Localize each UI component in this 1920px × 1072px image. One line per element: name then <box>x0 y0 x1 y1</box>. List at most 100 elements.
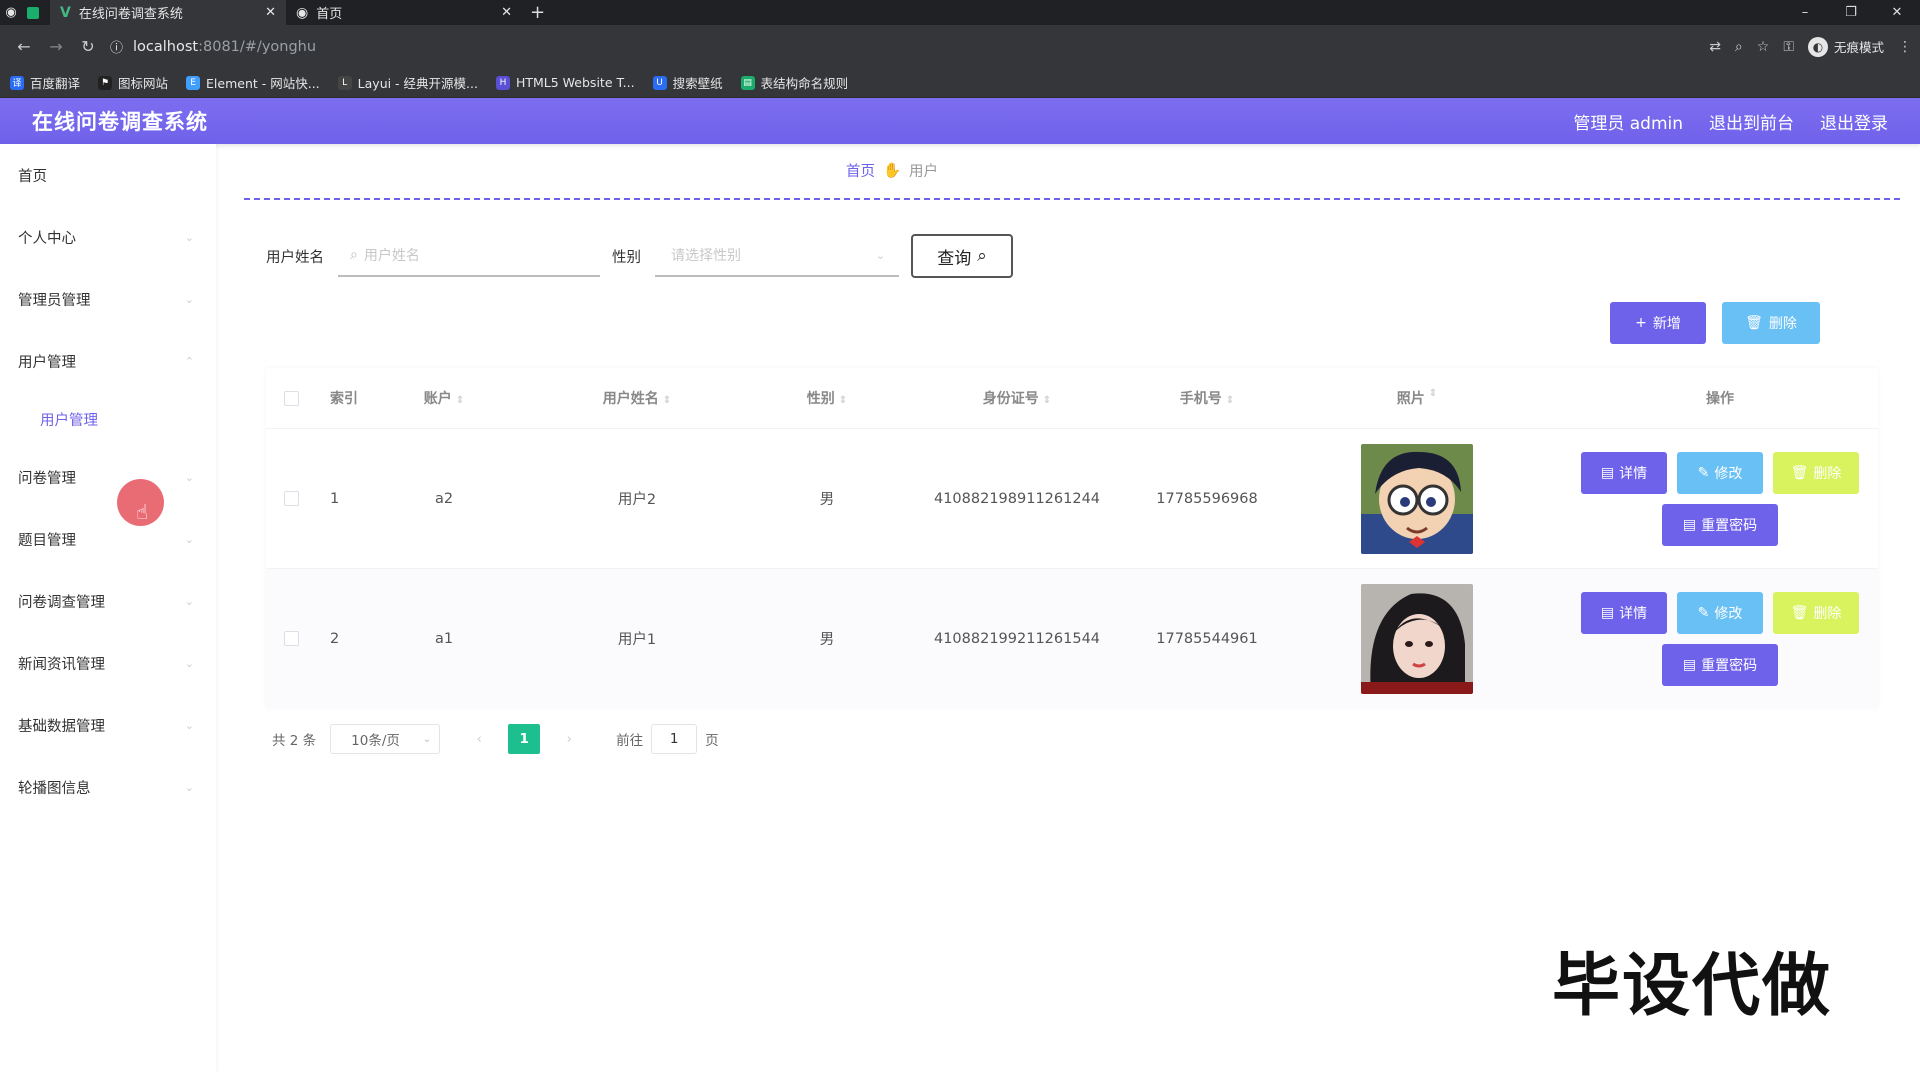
trash-icon: 🗑 <box>1790 464 1809 481</box>
pagination: 共 2 条 10条/页 ⌄ ‹ 1 › 前往 1 页 <box>272 724 1900 754</box>
key-icon[interactable]: ⚿ <box>1783 39 1794 55</box>
select-all-checkbox[interactable] <box>283 390 299 406</box>
chevron-down-icon: ⌄ <box>184 230 194 244</box>
back-to-front-link[interactable]: 退出到前台 <box>1709 109 1794 134</box>
restore-icon[interactable]: ❐ <box>1828 5 1874 20</box>
sex-select[interactable]: 请选择性别 ⌄ <box>655 235 899 277</box>
sidebar-item-carousel[interactable]: 轮播图信息 ⌄ <box>0 756 216 818</box>
pencil-icon: ✎ <box>1697 464 1710 481</box>
url-field[interactable]: ⓘ localhost:8081/#/yonghu <box>110 32 1610 62</box>
breadcrumb-current: 用户 <box>909 163 939 180</box>
sidebar-item-users[interactable]: 用户管理 ⌃ <box>0 330 216 392</box>
detail-button[interactable]: ▤ 详情 <box>1581 451 1667 494</box>
logout-link[interactable]: 退出登录 <box>1820 109 1888 134</box>
row-checkbox[interactable] <box>283 491 299 506</box>
sort-icon: ⇕ <box>1428 388 1438 399</box>
next-page-icon[interactable]: › <box>554 724 584 754</box>
chevron-down-icon: ⌄ <box>184 718 194 732</box>
pencil-icon: ✎ <box>1697 604 1710 621</box>
prev-page-icon[interactable]: ‹ <box>464 724 494 754</box>
browser-tab[interactable]: ◉ 首页 ✕ <box>286 0 522 25</box>
cell-phone: 17785596968 <box>1156 490 1258 507</box>
table-row: 2 a1 用户1 男 410882199211261544 1778554496… <box>266 568 1878 708</box>
col-name[interactable]: 用户姓名 ⇕ <box>512 388 762 408</box>
bookmark[interactable]: ⚑ 图标网站 <box>98 73 168 92</box>
chevron-down-icon: ⌄ <box>875 248 885 262</box>
reset-password-button[interactable]: ▤ 重置密码 <box>1662 503 1778 546</box>
back-icon[interactable]: ← <box>8 37 40 56</box>
col-account[interactable]: 账户 ⇕ <box>376 388 512 408</box>
hand-cursor-icon: ☝ <box>136 500 149 524</box>
bookmark[interactable]: ▤ 表结构命名规则 <box>740 73 848 92</box>
sidebar-item-basedata[interactable]: 基础数据管理 ⌄ <box>0 694 216 756</box>
reset-password-button[interactable]: ▤ 重置密码 <box>1662 643 1778 686</box>
bookmark-table-icon: ▤ <box>740 75 755 90</box>
name-search-input[interactable]: ⌕ 用户姓名 <box>338 235 600 277</box>
bookmark-html5-icon: H <box>495 75 510 90</box>
col-sex[interactable]: 性别 ⇕ <box>762 388 892 408</box>
browser-tab-active[interactable]: V 在线问卷调查系统 ✕ <box>50 0 286 25</box>
batch-delete-button[interactable]: 🗑 删除 <box>1722 302 1820 344</box>
browser-menu-icon[interactable]: ◉ <box>0 0 22 25</box>
user-photo[interactable] <box>1361 443 1473 554</box>
sidebar-item-profile[interactable]: 个人中心 ⌄ <box>0 206 216 268</box>
sidebar-item-news[interactable]: 新闻资讯管理 ⌄ <box>0 632 216 694</box>
sidebar-item-surveys[interactable]: 问卷调查管理 ⌄ <box>0 570 216 632</box>
bookmark[interactable]: H HTML5 Website T... <box>495 75 635 90</box>
page-size-select[interactable]: 10条/页 ⌄ <box>330 724 441 754</box>
col-phone[interactable]: 手机号 ⇕ <box>1142 388 1272 408</box>
minimize-icon[interactable]: – <box>1782 5 1828 20</box>
cell-sex: 男 <box>819 492 835 508</box>
more-menu-icon[interactable]: ⋮ <box>1898 39 1912 55</box>
sidebar-item-home[interactable]: 首页 <box>0 144 216 206</box>
bookmark[interactable]: U 搜索壁纸 <box>652 73 723 92</box>
bookmark[interactable]: 译百度翻译 <box>10 73 80 92</box>
cell-index: 1 <box>330 490 340 507</box>
close-tab-icon[interactable]: ✕ <box>265 5 276 20</box>
chevron-up-icon: ⌃ <box>184 354 194 368</box>
sidebar-item-questions[interactable]: 题目管理 ⌄ <box>0 508 216 570</box>
edit-button[interactable]: ✎ 修改 <box>1677 591 1763 634</box>
close-tab-icon[interactable]: ✕ <box>501 5 512 20</box>
close-window-icon[interactable]: ✕ <box>1874 5 1920 20</box>
pinned-tab-icon[interactable] <box>22 0 44 25</box>
add-button[interactable]: + 新增 <box>1610 302 1706 344</box>
user-photo[interactable] <box>1361 583 1473 694</box>
forward-icon[interactable]: → <box>40 37 72 56</box>
sidebar-item-questionnaires[interactable]: 问卷管理 ⌄ <box>0 446 216 508</box>
table-row: 1 a2 用户2 男 410882198911261244 1778559696… <box>266 428 1878 568</box>
page-number[interactable]: 1 <box>508 724 541 754</box>
sidebar-subitem-users[interactable]: 用户管理 <box>0 392 216 446</box>
query-button[interactable]: 查询 ⌕ <box>911 234 1013 278</box>
search-icon: ⌕ <box>977 246 987 266</box>
sidebar-item-admins[interactable]: 管理员管理 ⌄ <box>0 268 216 330</box>
breadcrumb-home[interactable]: 首页 <box>846 160 875 181</box>
incognito-badge[interactable]: ◐ 无痕模式 <box>1807 36 1884 57</box>
globe-icon: ◉ <box>296 4 309 21</box>
hand-icon: ✋ <box>882 162 902 179</box>
new-tab-icon[interactable]: + <box>530 2 545 23</box>
pager-total: 共 2 条 <box>272 733 317 749</box>
translate-icon[interactable]: ⇄ <box>1709 39 1721 55</box>
bookmark[interactable]: L Layui - 经典开源模... <box>337 73 478 92</box>
sort-icon: ⇕ <box>662 395 672 406</box>
name-label: 用户姓名 <box>266 249 324 266</box>
star-icon[interactable]: ☆ <box>1757 39 1770 55</box>
divider <box>244 198 1900 200</box>
bookmark[interactable]: E Element - 网站快... <box>186 73 320 92</box>
browser-tab-bar: ◉ V 在线问卷调查系统 ✕ ◉ 首页 ✕ + – ❐ ✕ <box>0 0 1920 25</box>
goto-page-input[interactable]: 1 <box>651 724 698 754</box>
col-index: 索引 <box>330 391 358 407</box>
col-idcard[interactable]: 身份证号 ⇕ <box>892 388 1142 408</box>
col-photo[interactable]: 照片 ⇕ <box>1272 388 1562 408</box>
delete-button[interactable]: 🗑 删除 <box>1773 591 1859 634</box>
edit-button[interactable]: ✎ 修改 <box>1677 451 1763 494</box>
delete-button[interactable]: 🗑 删除 <box>1773 451 1859 494</box>
cell-account: a2 <box>434 490 454 507</box>
zoom-icon[interactable]: ⌕ <box>1735 39 1743 55</box>
row-checkbox[interactable] <box>283 631 299 646</box>
sort-icon: ⇕ <box>1225 395 1235 406</box>
detail-button[interactable]: ▤ 详情 <box>1581 591 1667 634</box>
tab-label: 在线问卷调查系统 <box>78 7 183 22</box>
reload-icon[interactable]: ↻ <box>72 37 104 56</box>
